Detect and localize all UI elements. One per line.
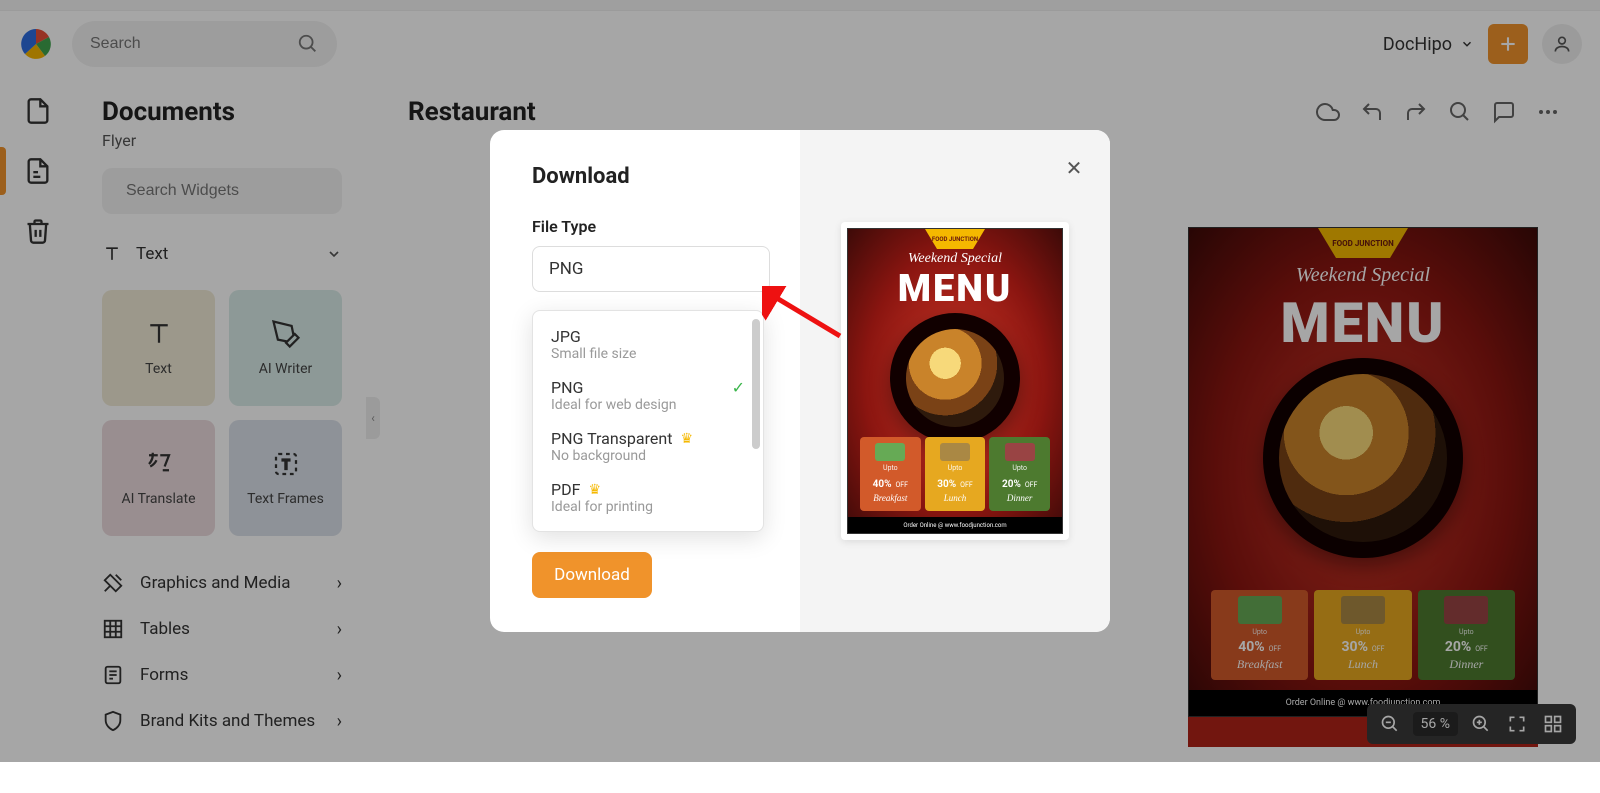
dropdown-scrollbar[interactable] xyxy=(752,319,760,449)
flyer-url: Order Online @ www.foodjunction.com xyxy=(848,517,1062,533)
option-pdf[interactable]: PDF ♛ Ideal for printing xyxy=(533,472,763,523)
option-desc: No background xyxy=(551,448,745,464)
file-type-label: File Type xyxy=(532,217,770,236)
annotation-arrow xyxy=(762,286,846,342)
close-modal-button[interactable]: ✕ xyxy=(1060,154,1088,182)
flyer-badge: FOOD JUNCTION xyxy=(925,229,985,249)
flyer-subhead: Weekend Special xyxy=(848,251,1062,267)
modal-title: Download xyxy=(532,164,770,189)
file-type-select[interactable]: PNG xyxy=(532,246,770,292)
download-modal: Download File Type PNG JPG Small file si… xyxy=(490,130,1110,632)
option-png-transparent[interactable]: PNG Transparent ♛ No background xyxy=(533,421,763,472)
file-type-dropdown: JPG Small file size PNG ✓ Ideal for web d… xyxy=(532,310,764,532)
option-desc: Ideal for printing xyxy=(551,499,745,515)
download-preview: FOOD JUNCTION Weekend Special MENU Upto4… xyxy=(841,222,1069,540)
option-desc: Small file size xyxy=(551,346,745,362)
option-title: PNG xyxy=(551,378,583,397)
crown-icon: ♛ xyxy=(680,431,693,447)
flyer-dish-image xyxy=(890,313,1020,443)
check-icon: ✓ xyxy=(732,378,745,397)
flyer-title: MENU xyxy=(848,267,1062,311)
deal-dinner: Upto20% OFFDinner xyxy=(989,437,1050,511)
download-button[interactable]: Download xyxy=(532,552,652,598)
option-desc: Ideal for web design xyxy=(551,397,745,413)
option-title: PDF xyxy=(551,480,580,499)
option-title: PNG Transparent xyxy=(551,429,672,448)
file-type-value: PNG xyxy=(549,259,583,279)
deal-breakfast: Upto40% OFFBreakfast xyxy=(860,437,921,511)
option-jpg[interactable]: JPG Small file size xyxy=(533,319,763,370)
modal-overlay[interactable]: Download File Type PNG JPG Small file si… xyxy=(0,0,1600,762)
deal-lunch: Upto30% OFFLunch xyxy=(925,437,986,511)
crown-icon: ♛ xyxy=(588,482,601,498)
option-title: JPG xyxy=(551,327,581,346)
option-png[interactable]: PNG ✓ Ideal for web design xyxy=(533,370,763,421)
